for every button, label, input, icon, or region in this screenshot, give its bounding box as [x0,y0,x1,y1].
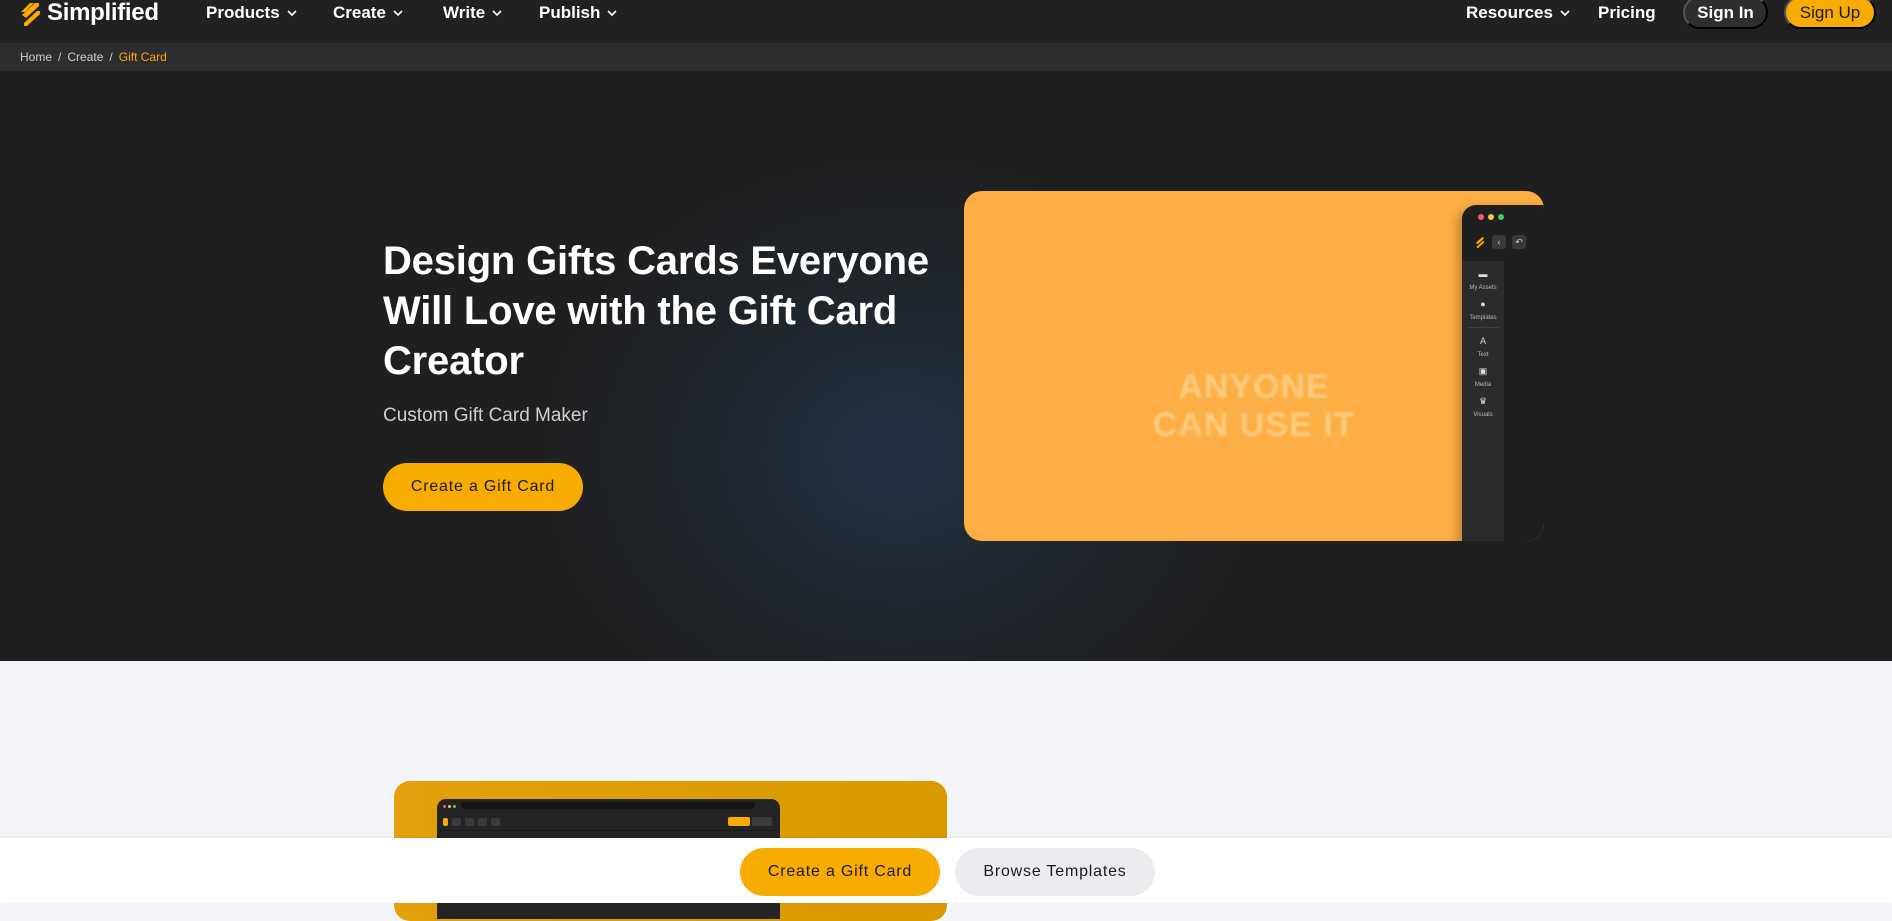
preview-overlay-text: ANYONE CAN USE IT [1152,368,1356,444]
editor-toolbar [437,813,780,831]
templates-icon: ● [1480,299,1486,309]
window-controls [1462,205,1544,229]
text-icon: A [1479,336,1486,346]
hero-subtitle: Custom Gift Card Maker [383,405,588,426]
nav-resources-label: Resources [1466,3,1553,22]
nav-write[interactable]: Write [443,0,504,26]
top-nav: Simplified Products Create Write Publish… [0,0,1892,43]
nav-pricing[interactable]: Pricing [1598,0,1656,26]
editor-window-mockup: ‹ ↶ ▬ My Assets ● Templates A Text ▣ Med… [1462,205,1544,541]
simplified-logo-icon [1475,237,1485,248]
minimize-dot-icon [448,804,451,808]
logo[interactable]: Simplified [18,0,159,26]
hero-section: Design Gifts Cards Everyone Will Love wi… [0,71,1892,661]
undo-icon: ↶ [1512,235,1526,249]
chevron-down-icon [492,10,502,17]
sidebar-label: My Assets [1469,285,1497,291]
sidebar-item-media: ▣ Media [1462,366,1504,388]
back-icon: ‹ [1492,235,1506,249]
nav-products[interactable]: Products [206,0,299,26]
sign-up-button[interactable]: Sign Up [1784,0,1876,29]
browse-templates-button[interactable]: Browse Templates [955,848,1155,896]
address-bar [461,802,755,809]
sticky-create-gift-card-button[interactable]: Create a Gift Card [740,848,940,896]
nav-publish[interactable]: Publish [539,0,619,26]
toolbar-icon [452,817,461,826]
visuals-icon: ♛ [1478,396,1488,406]
sign-in-button[interactable]: Sign In [1683,0,1768,29]
maximize-dot-icon [453,804,456,808]
nav-create[interactable]: Create [333,0,405,26]
share-button-mock [728,817,750,826]
sticky-cta-bar: Create a Gift Card Browse Templates [0,838,1892,903]
close-dot-icon [1478,214,1484,220]
sidebar-divider [1467,327,1499,328]
toolbar-icon [465,817,474,826]
breadcrumb-home[interactable]: Home [20,50,52,64]
minimize-dot-icon [1488,214,1494,220]
chevron-down-icon [607,10,617,17]
maximize-dot-icon [1498,214,1504,220]
folder-icon: ▬ [1478,269,1488,279]
hero-preview-video: ANYONE CAN USE IT ‹ ↶ ▬ My Assets ● Temp… [964,191,1544,541]
nav-publish-label: Publish [539,3,601,22]
chevron-down-icon [393,10,403,17]
sidebar-item-my-assets: ▬ My Assets [1462,269,1504,291]
logo-text: Simplified [47,0,159,26]
media-icon: ▣ [1478,366,1488,376]
breadcrumb-create[interactable]: Create [67,50,103,64]
breadcrumb-current: Gift Card [118,50,167,64]
nav-resources[interactable]: Resources [1466,0,1572,26]
sidebar-label: Text [1477,352,1489,358]
chevron-down-icon [287,10,297,17]
logo-icon [443,817,448,826]
sidebar-item-visuals: ♛ Visuals [1462,396,1504,418]
sidebar-label: Visuals [1473,412,1493,418]
simplified-logo-icon [21,3,40,26]
sidebar-label: Media [1474,382,1492,388]
export-button-mock [752,817,772,826]
breadcrumb: Home / Create / Gift Card [0,43,1892,71]
editor-sidebar: ▬ My Assets ● Templates A Text ▣ Media ♛… [1462,261,1504,541]
nav-write-label: Write [443,3,486,22]
nav-products-label: Products [206,3,280,22]
toolbar-icon [491,817,500,826]
create-gift-card-button[interactable]: Create a Gift Card [383,463,583,511]
breadcrumb-separator: / [109,50,113,64]
nav-create-label: Create [333,3,386,22]
sidebar-item-templates: ● Templates [1462,299,1504,321]
editor-toolbar: ‹ ↶ [1462,229,1544,255]
chevron-down-icon [1560,10,1570,17]
close-dot-icon [443,804,446,808]
page-title: Design Gifts Cards Everyone Will Love wi… [383,239,929,383]
sidebar-item-text: A Text [1462,336,1504,358]
toolbar-icon [478,817,487,826]
sidebar-label: Templates [1469,315,1497,321]
window-controls [437,799,780,813]
breadcrumb-separator: / [58,50,62,64]
